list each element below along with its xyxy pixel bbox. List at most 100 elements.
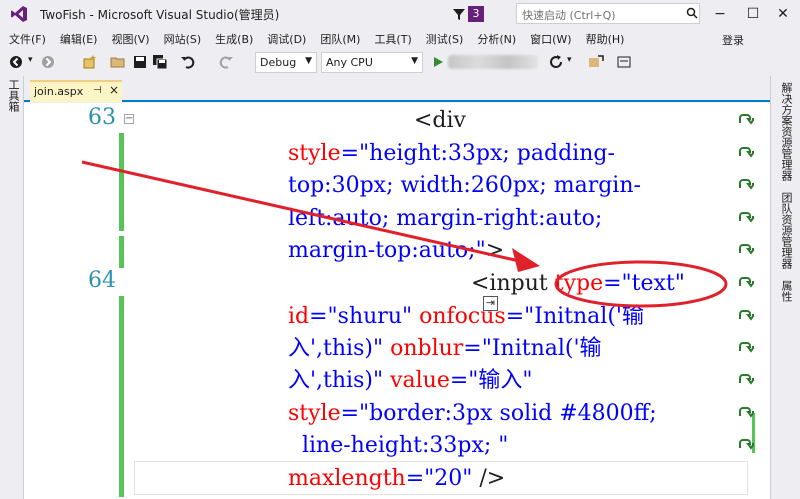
- redo-icon[interactable]: [218, 54, 234, 70]
- visual-studio-logo-icon: [11, 6, 27, 22]
- code-token: ="shuru": [309, 304, 420, 329]
- code-token: <input: [471, 271, 555, 296]
- menu-window[interactable]: 窗口(W): [523, 31, 578, 47]
- left-tool-strip: 工具箱: [0, 76, 24, 499]
- save-all-icon[interactable]: [152, 54, 168, 70]
- new-project-icon[interactable]: [82, 54, 98, 70]
- collapse-toggle-icon[interactable]: −: [124, 114, 134, 124]
- menu-bar: 文件(F) 编辑(E) 视图(V) 网站(S) 生成(B) 调试(D) 团队(M…: [0, 29, 800, 49]
- code-line: 入',this)" value="输入": [288, 365, 533, 398]
- browser-target-label[interactable]: [448, 55, 538, 69]
- word-wrap-icon: [739, 439, 754, 450]
- feedback-filter-icon[interactable]: [452, 7, 466, 21]
- line-number: 63: [88, 105, 116, 130]
- save-icon[interactable]: [132, 54, 148, 70]
- code-line: style="border:3px solid #4800ff;: [288, 398, 657, 431]
- code-line: line-height:33px; ": [288, 430, 508, 463]
- quick-launch-input[interactable]: 快速启动 (Ctrl+Q): [516, 3, 700, 24]
- search-icon: [686, 7, 698, 19]
- open-file-icon[interactable]: [110, 54, 126, 70]
- menu-debug[interactable]: 调试(D): [260, 31, 313, 47]
- close-window-button[interactable]: ✕: [766, 0, 800, 29]
- toolbox-tab[interactable]: 工具箱: [5, 79, 21, 112]
- code-line: id="shuru" onfocus="Initnal('输: [288, 301, 644, 334]
- refresh-dropdown-icon[interactable]: ▾: [567, 55, 572, 65]
- word-wrap-icon: [739, 374, 754, 385]
- menu-team[interactable]: 团队(M): [313, 31, 367, 47]
- code-token: 入',this)": [288, 336, 391, 361]
- browser-link-icon[interactable]: [588, 54, 604, 70]
- minimize-button[interactable]: −: [703, 0, 737, 29]
- close-tab-icon[interactable]: ×: [109, 83, 119, 97]
- code-token: value: [390, 368, 450, 393]
- line-number: 64: [88, 268, 116, 293]
- chevron-down-icon: ▼: [411, 56, 418, 66]
- code-token: >: [485, 238, 505, 263]
- code-token: type: [554, 271, 604, 296]
- menu-edit[interactable]: 编辑(E): [53, 31, 105, 47]
- sign-in-link[interactable]: 登录: [722, 32, 744, 48]
- window-title: TwoFish - Microsoft Visual Studio(管理员): [40, 8, 280, 22]
- menu-analyze[interactable]: 分析(N): [470, 31, 523, 47]
- editor-gutter: 63 64 −: [24, 103, 134, 499]
- code-token: />: [479, 466, 506, 491]
- code-token: ="text": [603, 271, 685, 296]
- platform-value: Any CPU: [326, 56, 373, 69]
- code-token: style: [288, 141, 341, 166]
- visual-studio-window: TwoFish - Microsoft Visual Studio(管理员) 3…: [0, 0, 800, 499]
- word-wrap-icon: [739, 114, 754, 125]
- code-token: left:auto; margin-right:auto;: [288, 206, 603, 231]
- standard-toolbar: ▾ Debug ▼ Any CPU ▼ ▾: [0, 49, 800, 76]
- solution-configuration-select[interactable]: Debug ▼: [255, 52, 317, 73]
- code-token: margin-top:auto;": [288, 238, 486, 263]
- word-wrap-icon: [739, 212, 754, 223]
- refresh-icon[interactable]: [548, 54, 564, 70]
- menu-website[interactable]: 网站(S): [157, 31, 209, 47]
- menu-tools[interactable]: 工具(T): [367, 31, 418, 47]
- menu-view[interactable]: 视图(V): [104, 31, 156, 47]
- change-indicator: [119, 296, 124, 497]
- code-line: margin-top:auto;">: [288, 235, 504, 268]
- code-token: line-height:33px; ": [288, 433, 509, 458]
- navigate-forward-icon[interactable]: [40, 54, 56, 70]
- menu-help[interactable]: 帮助(H): [579, 31, 632, 47]
- right-tool-strip: 解决方案资源管理器 团队资源管理器 属性: [770, 76, 800, 499]
- code-token: 入',this)": [288, 368, 391, 393]
- maximize-button[interactable]: ☐: [736, 0, 770, 29]
- document-tab-join-aspx[interactable]: join.aspx ⊣ ×: [30, 80, 122, 102]
- properties-tab[interactable]: 属性: [778, 280, 794, 302]
- code-editor[interactable]: 63 64 − ⇥ <div style="height:33px; paddin…: [24, 103, 770, 499]
- code-line: <div: [414, 105, 466, 138]
- code-token: style: [288, 401, 341, 426]
- code-line: 入',this)" onblur="Initnal('输: [288, 333, 602, 366]
- team-explorer-tab[interactable]: 团队资源管理器: [778, 192, 794, 269]
- menu-test[interactable]: 测试(S): [419, 31, 471, 47]
- code-token: ="输入": [449, 368, 533, 393]
- undo-icon[interactable]: [180, 54, 196, 70]
- code-token: onblur: [390, 336, 464, 361]
- code-token: ="20": [405, 466, 480, 491]
- code-line: style="height:33px; padding-: [288, 138, 615, 171]
- code-token: ="height:33px; padding-: [340, 141, 615, 166]
- pin-icon[interactable]: ⊣: [93, 85, 102, 96]
- menu-file[interactable]: 文件(F): [0, 31, 53, 47]
- change-indicator: [119, 133, 124, 231]
- solution-platform-select[interactable]: Any CPU ▼: [321, 52, 423, 73]
- toolbar-options-icon[interactable]: [616, 54, 632, 70]
- configuration-value: Debug: [260, 56, 297, 69]
- menu-build[interactable]: 生成(B): [208, 31, 260, 47]
- change-indicator: [119, 236, 124, 268]
- notification-badge[interactable]: 3: [468, 6, 484, 22]
- document-tab-bar: join.aspx ⊣ ×: [24, 76, 770, 102]
- chevron-down-icon: ▼: [305, 56, 312, 66]
- code-token: <div: [414, 108, 466, 133]
- back-dropdown-icon[interactable]: ▾: [28, 55, 33, 65]
- code-line: maxlength="20" />: [288, 463, 505, 496]
- word-wrap-icon: [739, 310, 754, 321]
- code-token: ="Initnal('输: [463, 336, 602, 361]
- start-debugging-icon[interactable]: [430, 54, 446, 70]
- solution-explorer-tab[interactable]: 解决方案资源管理器: [778, 82, 794, 181]
- code-token: top:30px; width:260px; margin-: [288, 173, 641, 198]
- code-token: onfocus: [419, 304, 506, 329]
- navigate-back-icon[interactable]: [8, 54, 24, 70]
